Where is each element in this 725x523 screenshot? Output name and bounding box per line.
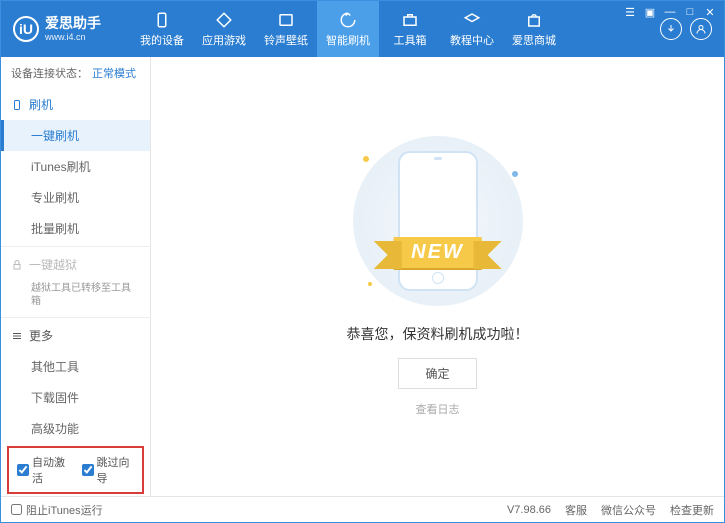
logo-icon: iU: [13, 16, 39, 42]
store-icon: [525, 11, 543, 29]
connection-status: 设备连接状态： 正常模式: [1, 57, 150, 89]
minimize-button[interactable]: —: [662, 5, 678, 19]
skin-icon[interactable]: ▣: [642, 5, 658, 19]
app-title: 爱思助手: [45, 15, 101, 32]
nav-smart-flash[interactable]: 智能刷机: [317, 1, 379, 57]
sidebar-section-jailbreak: 一键越狱: [1, 249, 150, 280]
device-icon: [153, 11, 171, 29]
toolbox-icon: [401, 11, 419, 29]
nav-label: 铃声壁纸: [264, 32, 308, 48]
nav-label: 教程中心: [450, 32, 494, 48]
support-link[interactable]: 客服: [565, 502, 587, 518]
divider: [1, 246, 150, 247]
checkbox-label: 自动激活: [32, 454, 70, 486]
divider: [1, 317, 150, 318]
footer: 阻止iTunes运行 V7.98.66 客服 微信公众号 检查更新: [1, 496, 724, 522]
flash-icon: [339, 11, 357, 29]
block-itunes-checkbox[interactable]: 阻止iTunes运行: [11, 502, 103, 518]
smartphone-icon: [11, 99, 23, 111]
sidebar-item-batch-flash[interactable]: 批量刷机: [1, 213, 150, 244]
window-controls: ☰ ▣ — □ ✕: [616, 1, 724, 23]
check-update-link[interactable]: 检查更新: [670, 502, 714, 518]
sidebar-item-other-tools[interactable]: 其他工具: [1, 351, 150, 382]
logo-area: iU 爱思助手 www.i4.cn: [1, 1, 131, 57]
sidebar-item-itunes-flash[interactable]: iTunes刷机: [1, 151, 150, 182]
status-value: 正常模式: [92, 65, 136, 81]
wallpaper-icon: [277, 11, 295, 29]
app-window: iU 爱思助手 www.i4.cn 我的设备 应用游戏 铃声壁纸 智能刷机: [0, 0, 725, 523]
confirm-button[interactable]: 确定: [398, 358, 476, 389]
sidebar-item-advanced[interactable]: 高级功能: [1, 413, 150, 444]
checkbox-label: 跳过向导: [97, 454, 135, 486]
sidebar-head-label: 刷机: [29, 96, 53, 113]
sidebar-section-more[interactable]: 更多: [1, 320, 150, 351]
phone-graphic: [398, 151, 478, 291]
sidebar-section-flash[interactable]: 刷机: [1, 89, 150, 120]
apps-icon: [215, 11, 233, 29]
lock-icon: [11, 259, 23, 271]
menu-icon[interactable]: ☰: [622, 5, 638, 19]
sidebar-item-pro-flash[interactable]: 专业刷机: [1, 182, 150, 213]
success-illustration: NEW: [338, 136, 538, 306]
nav-toolbox[interactable]: 工具箱: [379, 1, 441, 57]
titlebar: iU 爱思助手 www.i4.cn 我的设备 应用游戏 铃声壁纸 智能刷机: [1, 1, 724, 57]
nav-tutorials[interactable]: 教程中心: [441, 1, 503, 57]
maximize-button[interactable]: □: [682, 5, 698, 19]
nav-label: 我的设备: [140, 32, 184, 48]
view-log-link[interactable]: 查看日志: [416, 401, 460, 417]
status-label: 设备连接状态：: [11, 65, 88, 81]
nav-label: 智能刷机: [326, 32, 370, 48]
nav-label: 工具箱: [394, 32, 427, 48]
sidebar-item-download-firmware[interactable]: 下载固件: [1, 382, 150, 413]
nav-store[interactable]: 爱思商城: [503, 1, 565, 57]
checkbox-input[interactable]: [17, 464, 29, 476]
main-content: NEW 恭喜您，保资料刷机成功啦！ 确定 查看日志: [151, 57, 724, 496]
nav-my-devices[interactable]: 我的设备: [131, 1, 193, 57]
nav-apps-games[interactable]: 应用游戏: [193, 1, 255, 57]
app-url: www.i4.cn: [45, 32, 101, 43]
checkbox-auto-activate[interactable]: 自动激活: [17, 454, 70, 486]
close-button[interactable]: ✕: [702, 5, 718, 19]
nav-label: 爱思商城: [512, 32, 556, 48]
sidebar-item-oneclick-flash[interactable]: 一键刷机: [1, 120, 150, 151]
tutorial-icon: [463, 11, 481, 29]
sidebar-head-label: 更多: [29, 327, 53, 344]
checkbox-skip-guide[interactable]: 跳过向导: [82, 454, 135, 486]
list-icon: [11, 330, 23, 342]
success-message: 恭喜您，保资料刷机成功啦！: [347, 324, 529, 344]
checkbox-input[interactable]: [11, 504, 22, 515]
version-label: V7.98.66: [507, 504, 551, 516]
ribbon-text: NEW: [393, 237, 482, 268]
sidebar-head-label: 一键越狱: [29, 256, 77, 273]
new-ribbon: NEW: [393, 237, 482, 268]
checkbox-input[interactable]: [82, 464, 94, 476]
jailbreak-note: 越狱工具已转移至工具箱: [1, 280, 150, 315]
wechat-link[interactable]: 微信公众号: [601, 502, 656, 518]
nav-ringtones[interactable]: 铃声壁纸: [255, 1, 317, 57]
nav-label: 应用游戏: [202, 32, 246, 48]
checkbox-label: 阻止iTunes运行: [26, 502, 103, 518]
nav-bar: 我的设备 应用游戏 铃声壁纸 智能刷机 工具箱 教程中心: [131, 1, 648, 57]
sidebar: 设备连接状态： 正常模式 刷机 一键刷机 iTunes刷机 专业刷机 批量刷机 …: [1, 57, 151, 496]
checkbox-highlight-box: 自动激活 跳过向导: [7, 446, 144, 494]
